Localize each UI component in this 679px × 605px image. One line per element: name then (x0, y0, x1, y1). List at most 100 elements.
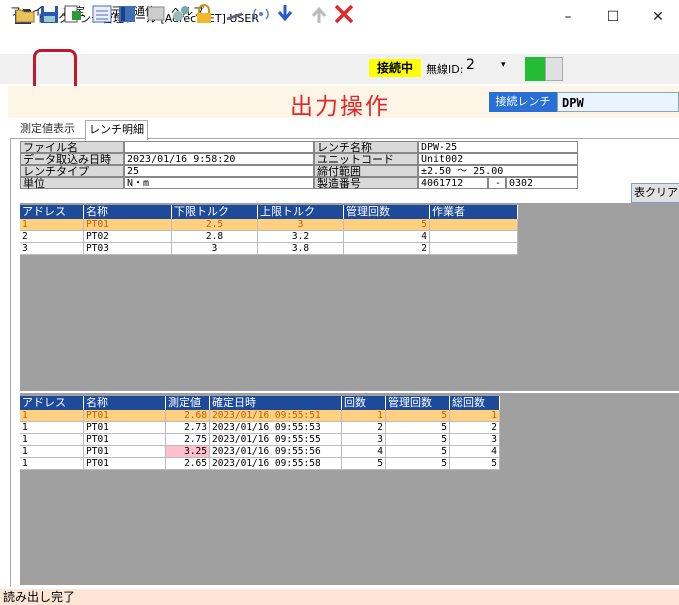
table-cell[interactable]: 3 (20, 243, 84, 255)
table-cell[interactable]: 3 (450, 434, 500, 446)
upper-col-name[interactable]: 名称 (84, 205, 172, 219)
table-cell[interactable]: 2.8 (172, 231, 258, 243)
table-cell[interactable]: 2.68 (166, 410, 210, 422)
table-cell[interactable]: 3 (172, 243, 258, 255)
table-cell[interactable]: 2023/01/16 09:55:53 (210, 422, 342, 434)
wireless-id-select[interactable]: 2 (466, 57, 475, 73)
table-cell[interactable]: PT02 (84, 231, 172, 243)
table-cell[interactable]: 2 (450, 422, 500, 434)
torque-range-value: ±2.50 ～ 25.00 (418, 165, 578, 177)
unit-label: 単位 (20, 177, 124, 190)
lower-col-name[interactable]: 名称 (84, 396, 166, 410)
wireless-icon[interactable] (250, 3, 272, 25)
upper-col-address[interactable]: アドレス (20, 205, 84, 219)
tab-measurement[interactable]: 測定値表示 (17, 120, 78, 138)
delete-icon[interactable] (333, 3, 355, 25)
table-cell[interactable]: 5 (344, 219, 430, 231)
table-cell[interactable]: 3.2 (258, 231, 344, 243)
table-cell[interactable]: 3 (258, 219, 344, 231)
upper-col-upper-torque[interactable]: 上限トルク (258, 205, 344, 219)
wrench-type-label: レンチタイプ (20, 165, 124, 178)
clear-table-button[interactable]: 表クリア (631, 183, 679, 203)
menu-bar (0, 34, 679, 54)
table-cell[interactable]: 2.65 (166, 458, 210, 470)
file-name-value (124, 141, 314, 153)
file-name-label: ファイル名 (20, 141, 124, 154)
table-cell[interactable]: 2 (344, 243, 430, 255)
lower-col-count[interactable]: 回数 (342, 396, 386, 410)
table-cell[interactable]: 2.73 (166, 422, 210, 434)
table-cell[interactable]: 5 (342, 458, 386, 470)
table-cell[interactable]: 3 (342, 434, 386, 446)
table-cell[interactable]: 2023/01/16 09:55:58 (210, 458, 342, 470)
torque-range-label: 締付範囲 (314, 165, 418, 178)
table-cell[interactable]: 1 (450, 410, 500, 422)
minimize-button[interactable]: – (546, 4, 590, 30)
table-cell[interactable]: 5 (386, 434, 450, 446)
upper-col-operator[interactable]: 作業者 (430, 205, 518, 219)
lock-icon[interactable] (193, 3, 215, 25)
table-cell[interactable]: 2.75 (166, 434, 210, 446)
upper-col-manage-count[interactable]: 管理回数 (344, 205, 430, 219)
table-cell[interactable]: 2023/01/16 09:55:55 (210, 434, 342, 446)
lower-col-address[interactable]: アドレス (20, 396, 84, 410)
display-icon[interactable] (146, 3, 168, 25)
table-cell[interactable]: 5 (450, 458, 500, 470)
status-indicator (525, 57, 545, 81)
table-cell[interactable]: PT01 (84, 410, 166, 422)
table-cell[interactable]: PT03 (84, 243, 172, 255)
table-cell[interactable]: 2 (20, 231, 84, 243)
export-icon[interactable] (62, 3, 84, 25)
table-cell[interactable]: PT01 (84, 458, 166, 470)
table-cell[interactable]: 5 (386, 410, 450, 422)
table-cell[interactable] (430, 243, 518, 255)
settings-icon[interactable] (170, 3, 192, 25)
table-cell[interactable] (430, 219, 518, 231)
close-button[interactable]: ✕ (636, 4, 679, 30)
table-cell[interactable] (430, 231, 518, 243)
connection-status-label: 接続中 (369, 59, 421, 77)
page-title: 出力操作 (290, 94, 390, 120)
connected-wrench-value: DPW (557, 92, 679, 112)
table-cell[interactable]: 1 (20, 458, 84, 470)
table-cell[interactable]: 1 (20, 434, 84, 446)
upper-col-lower-torque[interactable]: 下限トルク (172, 205, 258, 219)
table-cell[interactable]: 1 (20, 446, 84, 458)
table-cell[interactable]: PT01 (84, 434, 166, 446)
out-of-range-cell[interactable]: 3.25 (166, 446, 210, 458)
table-cell[interactable]: 1 (342, 410, 386, 422)
table-cell[interactable]: 2023/01/16 09:55:56 (210, 446, 342, 458)
open-folder-icon[interactable] (14, 3, 36, 25)
lower-col-manage-count[interactable]: 管理回数 (386, 396, 450, 410)
book-icon[interactable] (116, 3, 138, 25)
download-icon[interactable] (274, 3, 296, 25)
upload-icon[interactable] (308, 3, 330, 25)
table-cell[interactable]: 2.5 (172, 219, 258, 231)
lower-col-total-count[interactable]: 総回数 (450, 396, 500, 410)
table-cell[interactable]: 3.8 (258, 243, 344, 255)
table-cell[interactable]: 4 (450, 446, 500, 458)
table-cell[interactable]: 5 (386, 446, 450, 458)
table-cell[interactable]: 5 (386, 458, 450, 470)
list-icon[interactable] (91, 3, 113, 25)
table-cell[interactable]: 1 (20, 422, 84, 434)
table-cell[interactable]: 5 (386, 422, 450, 434)
serial-separator: - (488, 177, 506, 189)
save-icon[interactable] (39, 3, 61, 25)
table-cell[interactable]: 2 (342, 422, 386, 434)
tab-wrench-detail[interactable]: レンチ明細 (85, 120, 148, 140)
maximize-button[interactable]: ☐ (591, 4, 635, 30)
table-cell[interactable]: PT01 (84, 422, 166, 434)
table-cell[interactable]: PT01 (84, 446, 166, 458)
table-cell[interactable]: 1 (20, 410, 84, 422)
table-cell[interactable]: 2023/01/16 09:55:51 (210, 410, 342, 422)
lower-col-measured[interactable]: 測定値 (166, 396, 210, 410)
serial-number-label: 製造番号 (314, 177, 418, 190)
table-cell[interactable]: 1 (20, 219, 84, 231)
table-cell[interactable]: PT01 (84, 219, 172, 231)
table-cell[interactable]: 4 (344, 231, 430, 243)
chevron-down-icon[interactable]: ▾ (501, 60, 506, 70)
lower-col-confirmed-time[interactable]: 確定日時 (210, 396, 342, 410)
table-cell[interactable]: 4 (342, 446, 386, 458)
wrench-icon[interactable] (224, 3, 246, 25)
